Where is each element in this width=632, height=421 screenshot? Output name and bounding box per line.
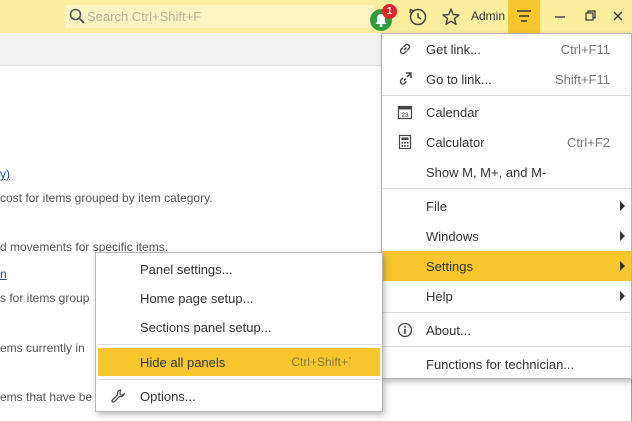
- search-input[interactable]: Search Ctrl+Shift+F: [65, 5, 374, 28]
- submenu-item-shortcut: Ctrl+Shift+`: [291, 355, 352, 369]
- menu-item-label: Settings: [426, 259, 473, 274]
- menu-separator: [382, 95, 631, 96]
- menu-separator: [382, 188, 631, 189]
- minimize-button[interactable]: [545, 0, 575, 33]
- title-bar: Search Ctrl+Shift+F 1 Admin: [0, 0, 632, 33]
- calendar-icon: 23: [397, 105, 413, 120]
- menu-item-calendar[interactable]: 23 Calendar: [382, 97, 631, 127]
- settings-submenu: Panel settings... Home page setup... Sec…: [95, 252, 383, 412]
- menu-item-label: Calculator: [426, 135, 485, 150]
- submenu-item-label: Hide all panels: [140, 355, 226, 370]
- submenu-separator: [98, 344, 380, 345]
- menu-item-label: Help: [426, 289, 453, 304]
- content-text: ems that have be: [0, 390, 93, 404]
- notification-badge: 1: [382, 4, 397, 19]
- menu-item-label: Windows: [426, 229, 479, 244]
- content-text: cost for items grouped by item category.: [0, 191, 213, 205]
- menu-item-label: Go to link...: [426, 72, 492, 87]
- minimize-icon: [555, 16, 565, 18]
- wrench-icon: [111, 389, 125, 403]
- svg-text:23: 23: [401, 112, 409, 119]
- user-name[interactable]: Admin: [471, 9, 505, 23]
- menu-item-go-to-link[interactable]: Go to link... Shift+F11: [382, 64, 631, 94]
- menu-item-label: Functions for technician...: [426, 357, 575, 372]
- search-icon: [69, 8, 85, 24]
- menu-item-get-link[interactable]: Get link... Ctrl+F11: [382, 34, 631, 64]
- menu-item-shortcut: Ctrl+F11: [560, 42, 610, 57]
- go-to-link-icon: [399, 72, 412, 85]
- history-icon[interactable]: [405, 4, 431, 30]
- link-icon: [399, 43, 411, 55]
- submenu-arrow-icon: [620, 261, 625, 271]
- menu-item-label: Get link...: [426, 42, 481, 57]
- menu-item-label: File: [426, 199, 447, 214]
- submenu-item-label: Options...: [140, 389, 196, 404]
- submenu-arrow-icon: [620, 231, 625, 241]
- content-link[interactable]: n: [0, 267, 7, 281]
- menu-item-functions-for-technician[interactable]: Functions for technician...: [382, 349, 631, 379]
- close-icon: [613, 11, 623, 21]
- submenu-separator: [98, 379, 380, 380]
- menu-item-help[interactable]: Help: [382, 281, 631, 311]
- submenu-item-sections-panel-setup[interactable]: Sections panel setup...: [98, 313, 380, 341]
- content-text: ems currently in: [0, 341, 85, 355]
- menu-item-calculator[interactable]: Calculator Ctrl+F2: [382, 127, 631, 157]
- restore-icon: [585, 10, 596, 21]
- submenu-item-home-page-setup[interactable]: Home page setup...: [98, 284, 380, 312]
- menu-item-show-memory[interactable]: Show M, M+, and M-: [382, 157, 631, 187]
- menu-item-shortcut: Shift+F11: [554, 72, 610, 87]
- submenu-arrow-icon: [620, 201, 625, 211]
- main-menu-button[interactable]: [508, 0, 540, 33]
- notifications-button[interactable]: 1: [368, 4, 397, 31]
- calculator-icon: [398, 134, 412, 150]
- submenu-item-options[interactable]: Options...: [98, 382, 380, 410]
- submenu-item-label: Sections panel setup...: [140, 320, 272, 335]
- menu-separator: [382, 312, 631, 313]
- menu-item-label: About...: [426, 323, 471, 338]
- search-placeholder: Search Ctrl+Shift+F: [87, 9, 202, 24]
- star-icon[interactable]: [438, 4, 464, 30]
- menu-item-settings[interactable]: Settings: [382, 251, 631, 281]
- submenu-item-label: Home page setup...: [140, 291, 254, 306]
- content-text: s for items group: [0, 291, 90, 305]
- menu-separator: [382, 346, 631, 347]
- close-button[interactable]: [603, 0, 632, 33]
- info-icon: [397, 322, 413, 338]
- content-link[interactable]: y): [0, 167, 10, 181]
- menu-item-label: Show M, M+, and M-: [426, 165, 547, 180]
- submenu-item-hide-all-panels[interactable]: Hide all panels Ctrl+Shift+`: [98, 348, 380, 376]
- menu-item-label: Calendar: [426, 105, 479, 120]
- menu-item-shortcut: Ctrl+F2: [567, 135, 610, 150]
- menu-icon: [517, 10, 531, 22]
- menu-item-file[interactable]: File: [382, 191, 631, 221]
- submenu-item-label: Panel settings...: [140, 262, 233, 277]
- submenu-item-panel-settings[interactable]: Panel settings...: [98, 255, 380, 283]
- submenu-arrow-icon: [620, 291, 625, 301]
- menu-item-windows[interactable]: Windows: [382, 221, 631, 251]
- main-menu: Get link... Ctrl+F11 Go to link... Shift…: [381, 33, 632, 379]
- restore-button[interactable]: [575, 0, 605, 33]
- menu-item-about[interactable]: About...: [382, 315, 631, 345]
